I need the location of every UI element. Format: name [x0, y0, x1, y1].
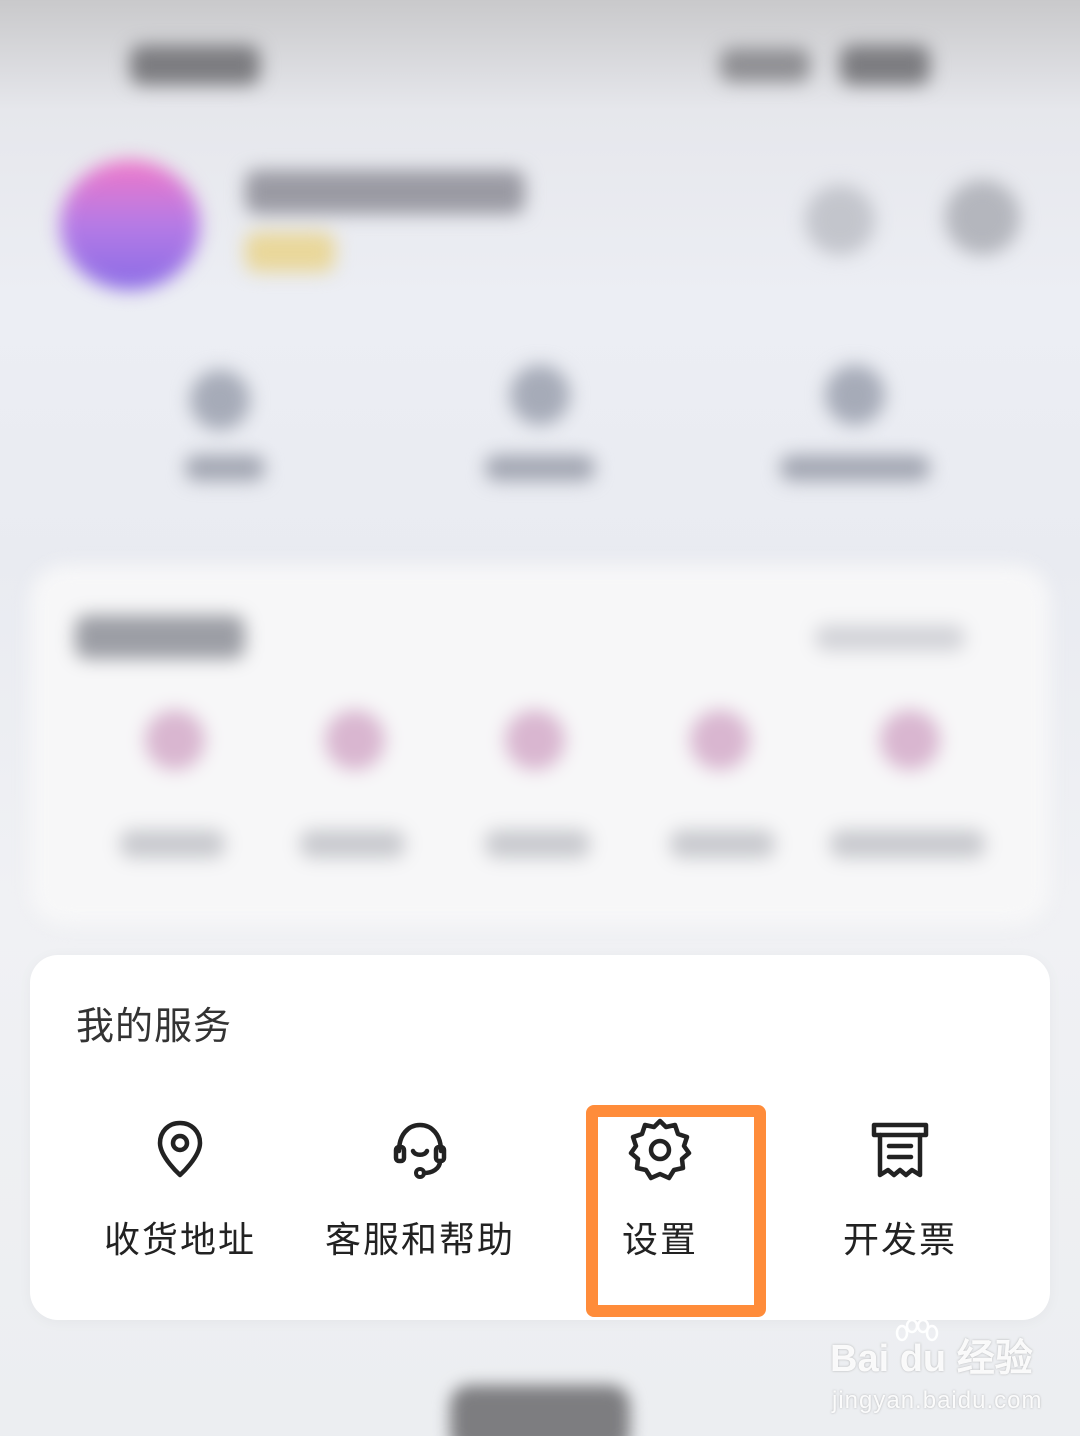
blurred-order-icon[interactable] — [880, 710, 940, 770]
my-services-card: 我的服务 收货地址 客服和帮助 设置 开发票 — [30, 955, 1050, 1320]
blurred-card-more-link[interactable] — [815, 625, 965, 651]
blurred-order-icon[interactable] — [690, 710, 750, 770]
service-label: 客服和帮助 — [324, 1220, 515, 1261]
service-label: 收货地址 — [103, 1220, 256, 1261]
watermark-brand-text: Bai du — [830, 1338, 947, 1380]
blurred-order-label — [830, 830, 985, 858]
blurred-shortcut-label — [185, 455, 265, 481]
blurred-shortcut-icon[interactable] — [190, 370, 250, 430]
blurred-order-label — [120, 830, 225, 858]
headset-icon — [386, 1115, 454, 1183]
blurred-nav-item — [720, 48, 810, 82]
service-label: 开发票 — [842, 1220, 957, 1261]
location-pin-icon — [146, 1115, 214, 1183]
blurred-nav-title — [130, 45, 260, 85]
blurred-card-title — [75, 615, 245, 659]
service-shipping-address[interactable]: 收货地址 — [60, 1115, 300, 1265]
blurred-member-badge — [245, 232, 335, 272]
blurred-order-label — [670, 830, 775, 858]
service-label: 设置 — [621, 1220, 698, 1261]
watermark-url: jingyan.baidu.com — [832, 1387, 1043, 1414]
avatar[interactable] — [60, 160, 200, 290]
service-settings[interactable]: 设置 — [540, 1115, 780, 1265]
blurred-header-area — [0, 0, 1080, 940]
gear-icon — [626, 1115, 694, 1183]
paw-logo-icon — [895, 1319, 939, 1342]
blurred-shortcut-icon[interactable] — [825, 365, 885, 425]
baidu-jingyan-watermark: Bai du 经验 jingyan.baidu.com — [830, 1319, 1050, 1425]
blurred-header-icon[interactable] — [805, 185, 875, 255]
blurred-shortcut-label — [780, 455, 930, 481]
blurred-nav-item — [840, 45, 930, 85]
watermark-suffix-text: 经验 — [956, 1338, 1033, 1380]
blurred-order-label — [485, 830, 590, 858]
section-title: 我的服务 — [76, 1004, 233, 1048]
watermark-brand: Bai du 经验 — [830, 1337, 1033, 1381]
blurred-header-icon[interactable] — [945, 180, 1020, 255]
blurred-shortcut-icon[interactable] — [510, 365, 570, 425]
service-invoice[interactable]: 开发票 — [780, 1115, 1020, 1265]
blurred-shortcut-label — [485, 455, 595, 481]
profile-page: 我的服务 收货地址 客服和帮助 设置 开发票 Bai du 经验 jingyan… — [0, 0, 1080, 1436]
receipt-icon — [866, 1115, 934, 1183]
blurred-order-icon[interactable] — [145, 710, 205, 770]
blurred-order-label — [300, 830, 405, 858]
blurred-order-icon[interactable] — [325, 710, 385, 770]
blurred-order-icon[interactable] — [505, 710, 565, 770]
blurred-username — [245, 170, 525, 214]
blurred-bottom-element — [450, 1385, 630, 1436]
service-customer-help[interactable]: 客服和帮助 — [300, 1115, 540, 1265]
